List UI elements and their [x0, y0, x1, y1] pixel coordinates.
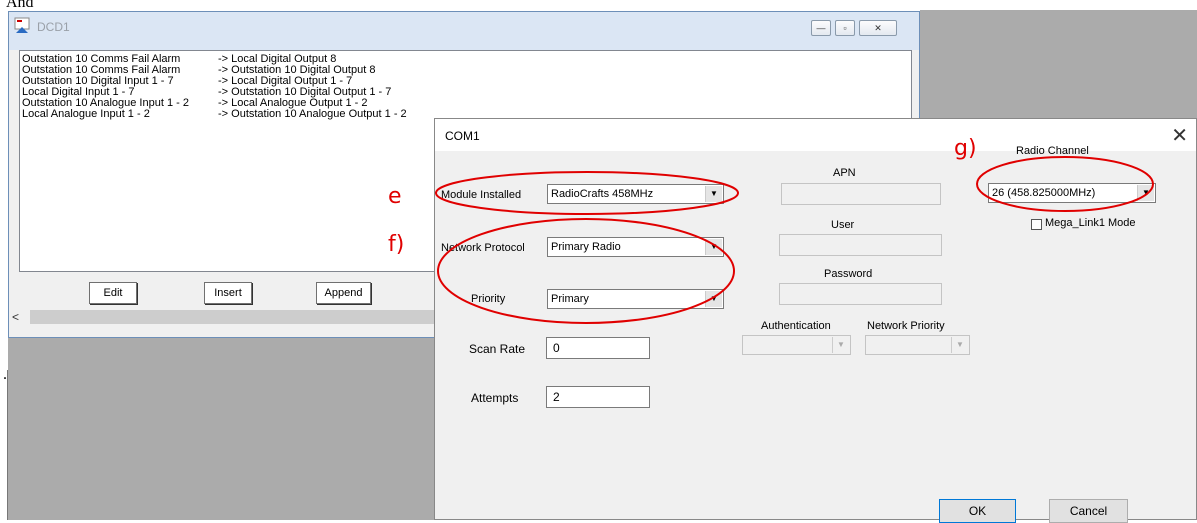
- network-priority-label: Network Priority: [867, 320, 945, 332]
- desktop-background: [920, 10, 1197, 130]
- network-protocol-select[interactable]: Primary Radio ▼: [547, 237, 724, 257]
- scrollbar-thumb[interactable]: [30, 310, 438, 324]
- close-icon[interactable]: ✕: [1171, 123, 1188, 148]
- password-label: Password: [824, 268, 873, 280]
- network-priority-select[interactable]: ▼: [865, 335, 970, 355]
- scan-rate-input[interactable]: 0: [546, 337, 650, 359]
- chevron-down-icon: ▼: [951, 337, 968, 353]
- desktop-background-lower: [8, 338, 434, 520]
- attempts-label: Attempts: [471, 391, 519, 405]
- module-installed-select[interactable]: RadioCrafts 458MHz ▼: [547, 184, 724, 204]
- chevron-down-icon: ▼: [1137, 185, 1154, 201]
- network-protocol-value: Primary Radio: [551, 241, 621, 253]
- annotation-e: e: [388, 184, 402, 209]
- minimize-button[interactable]: —: [811, 20, 831, 36]
- com1-dialog: COM1 ✕ Module Installed RadioCrafts 458M…: [434, 118, 1197, 523]
- priority-label: Priority: [471, 293, 506, 305]
- annotation-g: g): [954, 136, 977, 161]
- authentication-select[interactable]: ▼: [742, 335, 851, 355]
- edit-button[interactable]: Edit: [89, 282, 137, 304]
- app-icon: [14, 17, 30, 33]
- user-label: User: [831, 219, 855, 231]
- mega-link-label: Mega_Link1 Mode: [1045, 217, 1136, 229]
- insert-button[interactable]: Insert: [204, 282, 252, 304]
- annotation-f: f): [388, 232, 405, 257]
- maximize-button[interactable]: ▫: [835, 20, 855, 36]
- chevron-down-icon: ▼: [705, 239, 722, 255]
- scan-rate-label: Scan Rate: [469, 342, 526, 356]
- cancel-button[interactable]: Cancel: [1049, 499, 1128, 523]
- list-item-source: Local Analogue Input 1 - 2: [22, 108, 150, 120]
- network-protocol-label: Network Protocol: [441, 242, 525, 254]
- chevron-down-icon: ▼: [832, 337, 849, 353]
- chevron-down-icon: ▼: [705, 291, 722, 307]
- chevron-down-icon: ▼: [705, 186, 722, 202]
- radio-channel-value: 26 (458.825000MHz): [992, 187, 1096, 199]
- dcd1-titlebar[interactable]: DCD1 — ▫ ✕: [9, 12, 919, 50]
- mega-link-checkbox[interactable]: [1031, 219, 1042, 230]
- apn-input[interactable]: [781, 183, 941, 205]
- document-bullet: .: [3, 366, 7, 383]
- authentication-label: Authentication: [761, 320, 831, 332]
- module-installed-label: Module Installed: [441, 189, 522, 201]
- password-input[interactable]: [779, 283, 942, 305]
- apn-label: APN: [833, 167, 856, 179]
- priority-value: Primary: [551, 293, 589, 305]
- com1-title: COM1: [445, 129, 480, 143]
- list-item-target: -> Outstation 10 Analogue Output 1 - 2: [218, 108, 407, 120]
- ok-button[interactable]: OK: [939, 499, 1016, 523]
- dcd1-title: DCD1: [37, 20, 70, 34]
- document-rule: [7, 370, 8, 520]
- priority-select[interactable]: Primary ▼: [547, 289, 724, 309]
- module-installed-value: RadioCrafts 458MHz: [551, 188, 654, 200]
- scroll-left-icon[interactable]: <: [12, 310, 19, 324]
- append-button[interactable]: Append: [316, 282, 371, 304]
- attempts-input[interactable]: 2: [546, 386, 650, 408]
- user-input[interactable]: [779, 234, 942, 256]
- horizontal-scrollbar[interactable]: <: [10, 309, 440, 325]
- radio-channel-select[interactable]: 26 (458.825000MHz) ▼: [988, 183, 1156, 203]
- close-button[interactable]: ✕: [859, 20, 897, 36]
- radio-channel-label: Radio Channel: [1016, 145, 1089, 157]
